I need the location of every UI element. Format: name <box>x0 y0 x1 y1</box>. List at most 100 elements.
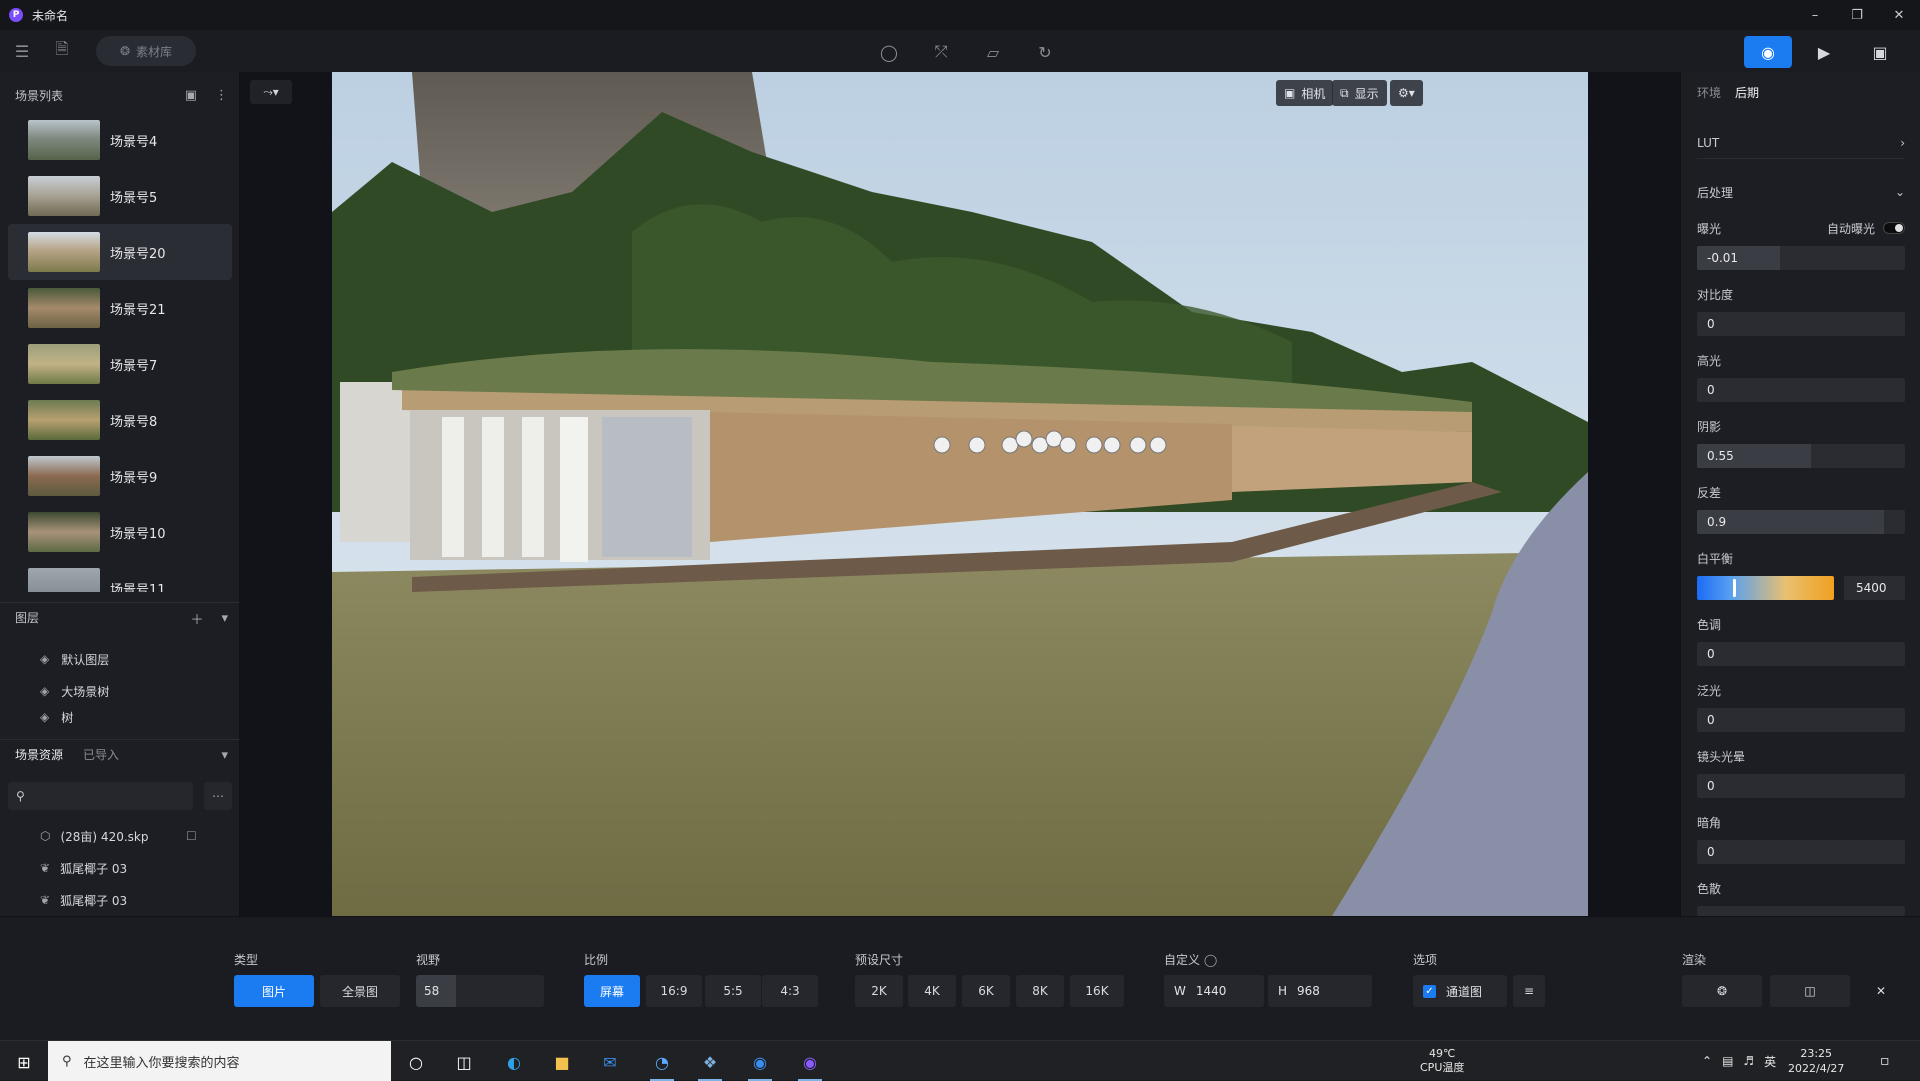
post-processing-row[interactable]: 后处理 ⌄ <box>1697 176 1905 208</box>
scene-item[interactable]: 场景号5 <box>8 168 232 224</box>
preset-2k-button[interactable]: 2K <box>855 975 903 1007</box>
taskbar-search-input[interactable]: ⚲ 在这里输入你要搜索的内容 <box>48 1041 391 1081</box>
dispersion-slider[interactable] <box>1697 906 1905 916</box>
highlight-slider[interactable]: 0 <box>1697 378 1905 402</box>
height-input[interactable]: H 968 <box>1268 975 1372 1007</box>
scene-item[interactable]: 场景号4 <box>8 112 232 168</box>
assets-header: 场景资源 已导入 ▾ <box>0 739 240 769</box>
render-app-icon[interactable]: ◉ <box>790 1045 830 1081</box>
display-toggle-button[interactable]: ⧉ 显示 <box>1332 80 1387 106</box>
minimize-icon[interactable]: – <box>1794 0 1836 30</box>
sketchup-icon[interactable]: ❖ <box>690 1045 730 1081</box>
ratio-16-9-button[interactable]: 16:9 <box>646 975 702 1007</box>
clock[interactable]: 23:25 2022/4/27 <box>1788 1041 1844 1081</box>
asset-search-input[interactable]: ⚲ <box>8 782 193 810</box>
channel-checkbox[interactable]: ✓ 通道图 <box>1413 975 1507 1007</box>
mail-icon[interactable]: ✉ <box>590 1045 630 1079</box>
tab-scene-assets[interactable]: 场景资源 <box>15 746 63 763</box>
refresh-tool-icon[interactable]: ↻ <box>1034 41 1056 63</box>
restore-icon[interactable]: ❐ <box>1836 0 1878 30</box>
view-options-button[interactable]: ⚙▾ <box>1390 80 1423 106</box>
layer-item[interactable]: ◈ 默认图层 <box>0 643 240 675</box>
preset-4k-button[interactable]: 4K <box>908 975 956 1007</box>
leaf-tool-icon[interactable]: ▱ <box>982 41 1004 63</box>
link-icon[interactable]: ◯ <box>1204 953 1217 967</box>
white-balance-handle[interactable] <box>1733 579 1736 597</box>
ratio-5-5-button[interactable]: 5:5 <box>705 975 761 1007</box>
asset-item[interactable]: ⬡ (28亩) 420.skp ☐ <box>0 820 240 852</box>
scene-item[interactable]: 场景号11 <box>8 560 232 592</box>
layer-item[interactable]: ◈ 树 <box>0 707 240 727</box>
tab-post[interactable]: 后期 <box>1735 84 1759 101</box>
type-image-button[interactable]: 图片 <box>234 975 314 1007</box>
bloom-slider[interactable]: 0 <box>1697 708 1905 732</box>
navigation-mode-button[interactable]: ⤳▾ <box>250 80 292 104</box>
lock-icon[interactable]: ☐ <box>186 829 197 843</box>
add-layer-icon[interactable]: ＋ <box>190 609 203 628</box>
ratio-4-3-button[interactable]: 4:3 <box>762 975 818 1007</box>
tone-slider[interactable]: 0 <box>1697 642 1905 666</box>
scene-item-active[interactable]: 场景号20 <box>8 224 232 280</box>
task-view-icon[interactable]: ◫ <box>444 1045 484 1079</box>
viewport[interactable]: ⤳▾ ▣ 相机 ⧉ 显示 ⚙▾ <box>240 72 1680 916</box>
path-tool-icon[interactable]: ⤱ <box>930 41 952 63</box>
chat-app-icon[interactable]: ◉ <box>740 1045 780 1081</box>
type-panorama-button[interactable]: 全景图 <box>320 975 400 1007</box>
preset-6k-button[interactable]: 6K <box>962 975 1010 1007</box>
asset-item[interactable]: ❦ 狐尾椰子 03 <box>0 884 240 916</box>
collapse-assets-icon[interactable]: ▾ <box>221 748 228 763</box>
light-bulb-icon[interactable]: ◯ <box>878 41 900 63</box>
camera-toggle-button[interactable]: ▣ 相机 <box>1276 80 1334 106</box>
chevron-up-icon[interactable]: ⌃ <box>1702 1054 1712 1068</box>
more-icon[interactable]: ⋮ <box>215 88 228 103</box>
photo-mode-button[interactable]: ◉ <box>1744 36 1792 68</box>
windows-start-icon[interactable]: ⊞ <box>4 1045 44 1079</box>
network-icon[interactable]: ▤ <box>1722 1054 1733 1068</box>
cortana-icon[interactable]: ○ <box>396 1045 436 1079</box>
add-scene-icon[interactable]: ▣ <box>185 88 197 103</box>
lens-flare-slider[interactable]: 0 <box>1697 774 1905 798</box>
app-icon[interactable]: ◔ <box>642 1045 682 1081</box>
scene-item[interactable]: 场景号10 <box>8 504 232 560</box>
menu-icon[interactable]: ☰ <box>12 41 32 61</box>
render-start-button[interactable]: ❂ <box>1682 975 1762 1007</box>
output-mode-button[interactable]: ▣ <box>1856 36 1904 68</box>
auto-exposure-toggle[interactable] <box>1883 222 1905 234</box>
white-balance-input[interactable]: 5400 <box>1844 576 1905 600</box>
close-icon[interactable]: ✕ <box>1878 0 1920 30</box>
material-library-button[interactable]: ❂ 素材库 <box>96 36 196 66</box>
video-mode-button[interactable]: ▶ <box>1800 36 1848 68</box>
edge-browser-icon[interactable]: ◐ <box>494 1045 534 1079</box>
preset-16k-button[interactable]: 16K <box>1070 975 1124 1007</box>
options-settings-button[interactable]: ≡ <box>1513 975 1545 1007</box>
white-balance-slider[interactable] <box>1697 576 1834 600</box>
fov-input[interactable]: 58 <box>416 975 544 1007</box>
lut-row[interactable]: LUT › <box>1697 127 1905 159</box>
layer-item[interactable]: ◈ 大场景树 <box>0 675 240 707</box>
language-indicator[interactable]: 英 <box>1764 1053 1776 1070</box>
scene-item[interactable]: 场景号9 <box>8 448 232 504</box>
ratio-screen-button[interactable]: 屏幕 <box>584 975 640 1007</box>
tab-imported[interactable]: 已导入 <box>83 746 119 763</box>
vignette-slider[interactable]: 0 <box>1697 840 1905 864</box>
tab-environment[interactable]: 环境 <box>1697 84 1721 101</box>
width-input[interactable]: W 1440 <box>1164 975 1264 1007</box>
close-render-bar-button[interactable]: ✕ <box>1858 975 1904 1007</box>
render-queue-button[interactable]: ◫ <box>1770 975 1850 1007</box>
exposure-slider[interactable]: -0.01 <box>1697 246 1905 270</box>
file-icon[interactable]: 🗎 <box>52 39 72 61</box>
contrast-diff-slider[interactable]: 0.9 <box>1697 510 1905 534</box>
volume-icon[interactable]: ♬ <box>1743 1054 1754 1068</box>
collapse-layers-icon[interactable]: ▾ <box>221 611 228 626</box>
notification-icon[interactable]: ▫ <box>1880 1041 1890 1081</box>
shadow-slider[interactable]: 0.55 <box>1697 444 1905 468</box>
asset-item[interactable]: ❦ 狐尾椰子 03 <box>0 852 240 884</box>
preset-8k-button[interactable]: 8K <box>1016 975 1064 1007</box>
scene-item[interactable]: 场景号21 <box>8 280 232 336</box>
scene-item[interactable]: 场景号8 <box>8 392 232 448</box>
file-explorer-icon[interactable]: ■ <box>542 1045 582 1079</box>
contrast-slider[interactable]: 0 <box>1697 312 1905 336</box>
scene-item[interactable]: 场景号7 <box>8 336 232 392</box>
grid-view-button[interactable]: ⋯ <box>204 782 232 810</box>
render-view[interactable]: ▣ 相机 ⧉ 显示 ⚙▾ <box>332 72 1588 916</box>
